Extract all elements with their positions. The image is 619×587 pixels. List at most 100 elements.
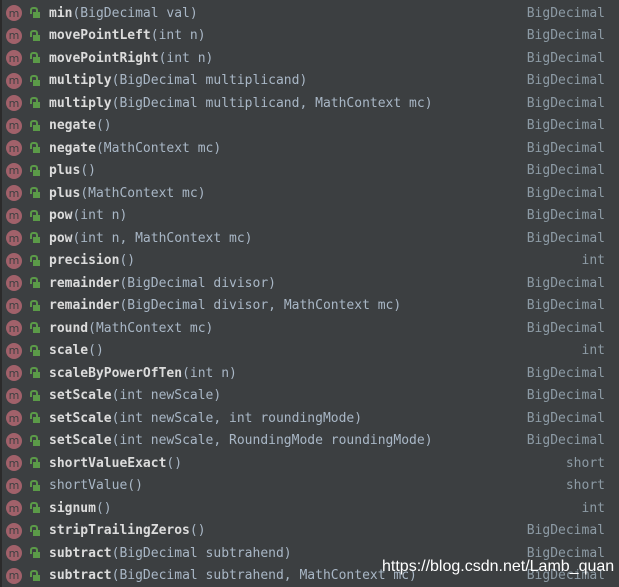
public-lock-icon — [29, 321, 41, 335]
public-lock-icon — [29, 366, 41, 380]
public-lock-icon — [29, 231, 41, 245]
public-lock-icon — [29, 344, 41, 358]
completion-item[interactable]: m remainder (BigDecimal divisor, MathConte… — [0, 295, 619, 318]
method-name: pow — [49, 230, 73, 246]
completion-item[interactable]: m scale() int — [0, 340, 619, 363]
method-icon: m — [6, 117, 22, 134]
method-icon: m — [6, 230, 22, 247]
method-name: setScale — [49, 433, 112, 449]
method-params: () — [80, 163, 96, 179]
public-lock-icon — [29, 254, 41, 268]
method-icon: m — [6, 297, 22, 314]
method-params: (BigDecimal val) — [72, 5, 198, 21]
method-icon: m — [6, 522, 22, 539]
method-icon: m — [6, 252, 22, 269]
completion-item[interactable]: m scaleByPowerOfTen (int n) BigDecimal — [0, 362, 619, 385]
method-params: (BigDecimal multiplicand) — [111, 73, 308, 89]
return-type: BigDecimal — [526, 208, 605, 224]
completion-item[interactable]: m plus() BigDecimal — [0, 160, 619, 183]
watermark: https://blog.csdn.net/Lamb_quan — [382, 558, 615, 575]
return-type: int — [581, 500, 605, 516]
method-icon: m — [6, 477, 22, 494]
method-icon: m — [6, 5, 22, 22]
method-name: setScale — [49, 388, 112, 404]
completion-item[interactable]: m multiply (BigDecimal multiplicand) BigDec… — [0, 70, 619, 93]
return-type: BigDecimal — [526, 163, 605, 179]
completion-item[interactable]: m precision() int — [0, 250, 619, 273]
method-params: (MathContext mc) — [95, 140, 222, 156]
return-type: int — [581, 253, 605, 269]
completion-item[interactable]: m round (MathContext mc) BigDecimal — [0, 317, 619, 340]
method-params: () — [88, 343, 104, 359]
completion-item[interactable]: m negate() BigDecimal — [0, 115, 619, 138]
method-name: min — [49, 5, 73, 21]
public-lock-icon — [29, 141, 41, 155]
method-name: multiply — [49, 73, 112, 89]
completion-item[interactable]: m multiply (BigDecimal multiplicand, MathC… — [0, 92, 619, 115]
method-name: shortValueExact — [49, 455, 167, 471]
public-lock-icon — [29, 74, 41, 88]
method-icon: m — [6, 162, 22, 179]
completion-item[interactable]: m plus (MathContext mc) BigDecimal — [0, 182, 619, 205]
completion-item[interactable]: m setScale (int newScale, int roundingMode… — [0, 407, 619, 430]
method-icon: m — [6, 545, 22, 562]
public-lock-icon — [29, 29, 41, 43]
return-type: BigDecimal — [526, 185, 605, 201]
method-name: multiply — [49, 95, 112, 111]
method-params: (int n) — [72, 208, 128, 224]
method-name: setScale — [49, 410, 112, 426]
method-icon: m — [6, 320, 22, 337]
completion-item[interactable]: m remainder (BigDecimal divisor) BigDecimal — [0, 272, 619, 295]
public-lock-icon — [29, 186, 41, 200]
method-params: (int n, MathContext mc) — [72, 230, 253, 246]
completion-item[interactable]: m shortValue() short — [0, 475, 619, 498]
method-icon: m — [6, 455, 22, 472]
method-params: (BigDecimal divisor, MathContext mc) — [119, 298, 402, 314]
return-type: BigDecimal — [526, 5, 605, 21]
method-params: () — [95, 500, 112, 516]
completion-item[interactable]: m pow (int n, MathContext mc) BigDecimal — [0, 227, 619, 250]
return-type: BigDecimal — [526, 320, 605, 336]
completion-item[interactable]: m min (BigDecimal val) BigDecimal — [0, 2, 619, 25]
return-type: BigDecimal — [526, 523, 605, 539]
completion-list[interactable]: m min (BigDecimal val) BigDecimal m movePoint… — [0, 2, 619, 587]
method-params: () — [95, 118, 112, 134]
public-lock-icon — [29, 546, 41, 560]
return-type: BigDecimal — [526, 433, 605, 449]
method-name: subtract — [49, 545, 112, 561]
method-name: shortValue — [49, 478, 128, 494]
method-icon: m — [6, 410, 22, 427]
completion-item[interactable]: m setScale (int newScale) BigDecimal — [0, 385, 619, 408]
public-lock-icon — [29, 434, 41, 448]
return-type: BigDecimal — [526, 275, 605, 291]
completion-item[interactable]: m signum() int — [0, 497, 619, 520]
method-name: remainder — [49, 275, 120, 291]
method-icon: m — [6, 140, 22, 157]
completion-item[interactable]: m movePointLeft (int n) BigDecimal — [0, 25, 619, 48]
return-type: BigDecimal — [526, 73, 605, 89]
completion-item[interactable]: m setScale (int newScale, RoundingMode rou… — [0, 430, 619, 453]
method-icon: m — [6, 567, 22, 584]
completion-item[interactable]: m negate (MathContext mc) BigDecimal — [0, 137, 619, 160]
method-params: (BigDecimal multiplicand, MathContext mc… — [111, 95, 433, 111]
public-lock-icon — [29, 456, 41, 470]
method-icon: m — [6, 342, 22, 359]
method-name: subtract — [49, 568, 112, 584]
completion-item[interactable]: m pow (int n) BigDecimal — [0, 205, 619, 228]
method-params: (MathContext mc) — [88, 320, 214, 336]
return-type: BigDecimal — [526, 230, 605, 246]
public-lock-icon — [29, 299, 41, 313]
method-name: precision — [49, 253, 120, 269]
method-icon: m — [6, 207, 22, 224]
method-params: (BigDecimal subtrahend, MathContext mc) — [111, 568, 417, 584]
completion-item[interactable]: m movePointRight (int n) BigDecimal — [0, 47, 619, 70]
return-type: BigDecimal — [526, 28, 605, 44]
completion-item[interactable]: m shortValueExact() short — [0, 452, 619, 475]
method-icon: m — [6, 72, 22, 89]
return-type: int — [581, 343, 605, 359]
return-type: short — [565, 455, 605, 471]
method-params: () — [189, 523, 206, 539]
method-name: scale — [49, 343, 89, 359]
method-params: (int newScale, int roundingMode) — [111, 410, 363, 426]
completion-item[interactable]: m stripTrailingZeros() BigDecimal — [0, 520, 619, 543]
